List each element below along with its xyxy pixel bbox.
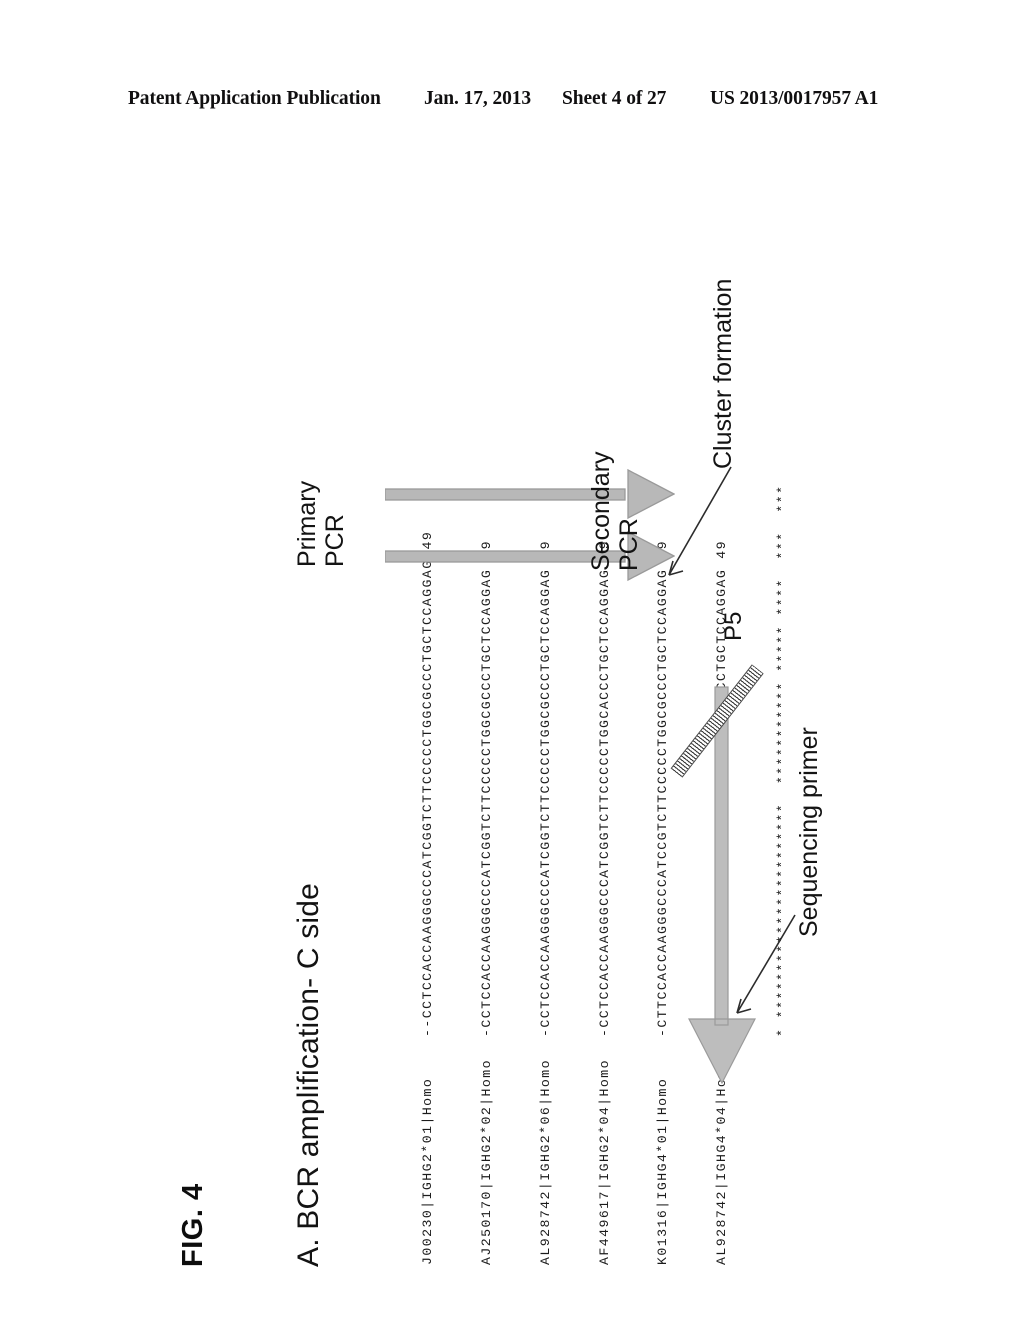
figure-canvas: FIG. 4 A. BCR amplification- C side J002… bbox=[117, 155, 907, 1285]
dna-sequence: -CCTCCACCAAGGGCCCATCGGTCTTCCCCCTGGCGCCCT… bbox=[537, 568, 553, 1037]
patent-number: US 2013/0017957 A1 bbox=[710, 88, 879, 109]
table-row: AF449617|IGHG2*04|Homo -CCTCCACCAAGGGCCCA… bbox=[595, 485, 615, 1265]
dna-sequence: -CTTCCACCAAGGGCCCATCCGTCTTCCCCCTGGCGCCCT… bbox=[655, 568, 671, 1037]
p5-label: P5 bbox=[720, 611, 747, 641]
cluster-formation-label: Cluster formation bbox=[709, 278, 737, 469]
figure-label: FIG. 4 bbox=[177, 1183, 209, 1267]
cluster-formation-leader-line bbox=[668, 466, 732, 576]
accession-label: K01316|IGHG4*01|Homo bbox=[655, 1077, 671, 1265]
sheet-number: Sheet 4 of 27 bbox=[562, 88, 667, 109]
accession-label: AF449617|IGHG2*04|Homo bbox=[596, 1058, 612, 1265]
dna-sequence: --CCTCCACCAAGGGCCCATCGGTCTTCCCCCTGGCGCCC… bbox=[420, 559, 436, 1037]
publication-label: Patent Application Publication bbox=[128, 88, 381, 109]
dna-sequence: -CCTCCACCAAGGGCCCATCGGTCTTCCCCCTGGCACCCT… bbox=[596, 568, 612, 1037]
accession-label: J00230|IGHG2*01|Homo bbox=[420, 1077, 436, 1265]
page-header: Patent Application Publication Jan. 17, … bbox=[0, 88, 1024, 118]
dna-sequence: -CCTCCACCAAGGGCCCATCGGTCTTCCCCCTGGCGCCCT… bbox=[478, 568, 494, 1037]
sequencing-primer-label: Sequencing primer bbox=[795, 727, 823, 937]
secondary-pcr-label: Secondary PCR bbox=[587, 451, 643, 571]
table-row: AL928742|IGHG2*06|Homo -CCTCCACCAAGGGCCCA… bbox=[536, 485, 556, 1265]
primary-pcr-label: Primary PCR bbox=[293, 480, 349, 567]
sequencing-primer-leader-line bbox=[736, 914, 796, 1014]
table-row: AJ250170|IGHG2*02|Homo -CCTCCACCAAGGGCCCA… bbox=[477, 485, 497, 1265]
accession-label: AJ250170|IGHG2*02|Homo bbox=[478, 1058, 494, 1265]
publication-date: Jan. 17, 2013 bbox=[424, 88, 532, 109]
panel-a-title: A. BCR amplification- C side bbox=[292, 882, 325, 1267]
table-row: J00230|IGHG2*01|Homo --CCTCCACCAAGGGCCCAT… bbox=[418, 485, 438, 1265]
table-row: K01316|IGHG4*01|Homo -CTTCCACCAAGGGCCCATC… bbox=[653, 485, 673, 1265]
accession-label: AL928742|IGHG2*06|Homo bbox=[537, 1058, 553, 1265]
